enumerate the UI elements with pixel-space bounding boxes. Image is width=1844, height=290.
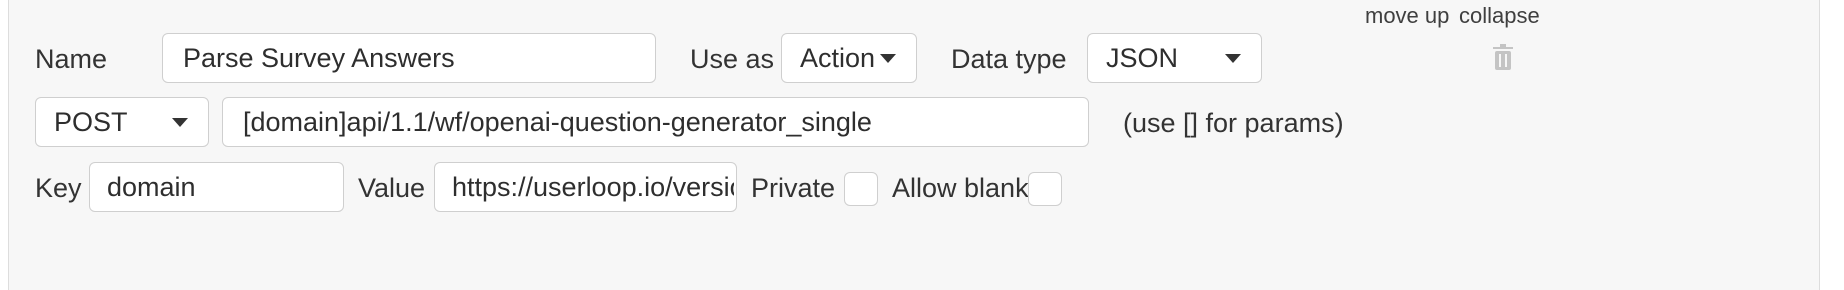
use-as-value: Action (800, 43, 876, 73)
name-label: Name (35, 44, 108, 74)
allow-blank-label: Allow blank (892, 173, 1029, 203)
url-input[interactable] (222, 97, 1089, 147)
use-as-dropdown[interactable]: Action (781, 33, 917, 83)
data-type-dropdown[interactable]: JSON (1087, 33, 1262, 83)
use-as-label: Use as (690, 44, 775, 74)
key-input[interactable] (89, 162, 344, 212)
move-up-link[interactable]: move up (1365, 3, 1449, 29)
api-call-panel: move up collapse Name Use as Action Data… (8, 0, 1820, 290)
name-input[interactable] (162, 33, 656, 83)
value-label: Value (358, 173, 426, 203)
private-label: Private (751, 173, 836, 203)
chevron-down-icon (1225, 54, 1241, 63)
chevron-down-icon (880, 54, 896, 63)
method-dropdown[interactable]: POST (35, 97, 209, 147)
key-label: Key (35, 173, 82, 203)
value-input[interactable] (434, 162, 737, 212)
chevron-down-icon (172, 118, 188, 127)
allow-blank-checkbox[interactable] (1028, 172, 1062, 206)
params-hint: (use [] for params) (1123, 108, 1344, 138)
method-value: POST (54, 107, 128, 137)
collapse-link[interactable]: collapse (1459, 3, 1540, 29)
trash-icon[interactable] (1493, 44, 1513, 70)
data-type-value: JSON (1106, 43, 1179, 73)
data-type-label: Data type (951, 44, 1067, 74)
private-checkbox[interactable] (844, 172, 878, 206)
